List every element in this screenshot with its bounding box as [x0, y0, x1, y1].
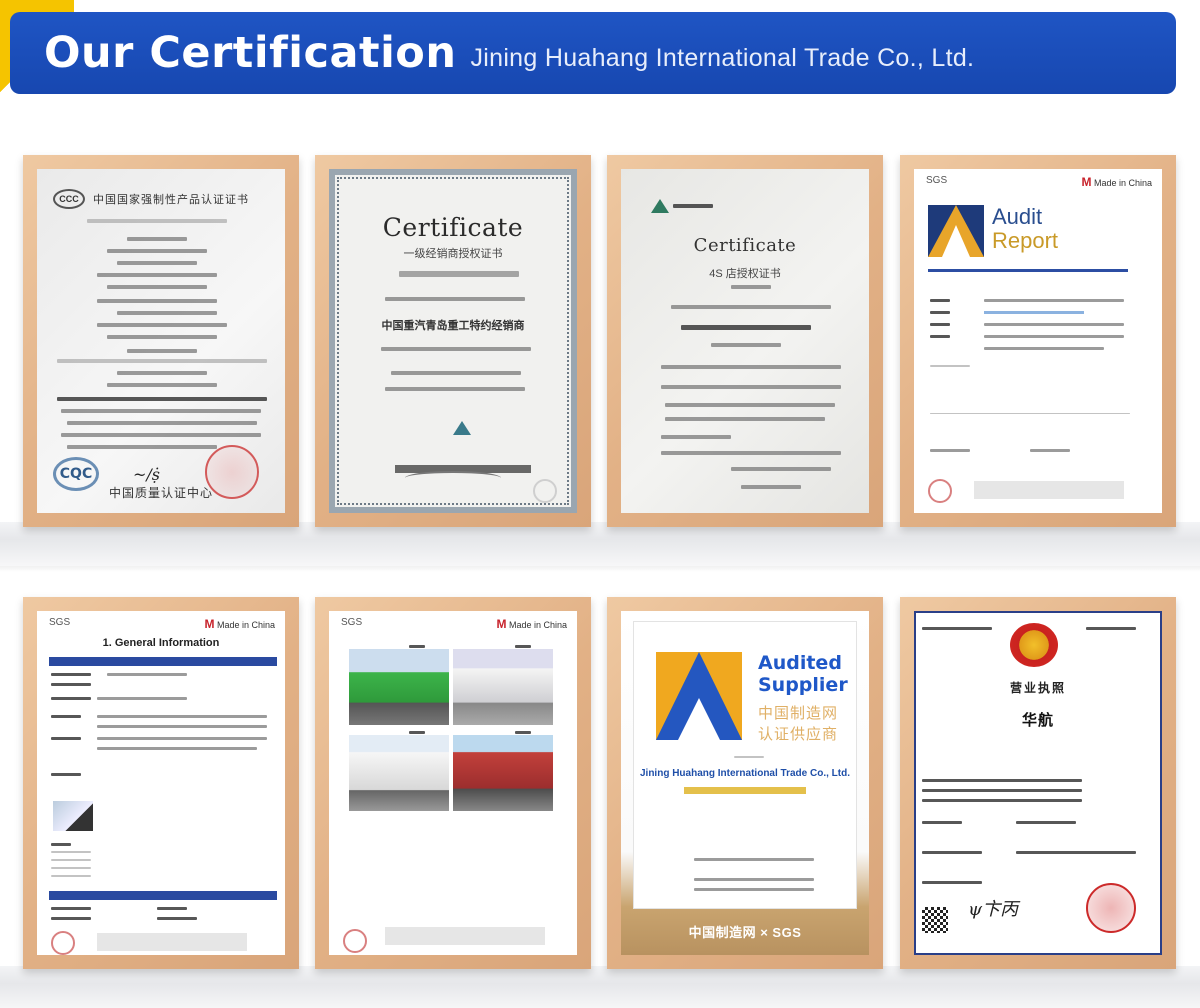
red-seal-icon — [205, 445, 259, 499]
green-truck-photo — [349, 649, 449, 725]
flourish-ornament — [405, 471, 501, 485]
seal-icon — [51, 931, 75, 955]
hologram-icon — [533, 479, 557, 503]
sinotruk-logo-icon — [453, 421, 471, 435]
ccc-heading: 中国国家强制性产品认证证书 — [93, 194, 249, 206]
audit-word: Audit — [992, 204, 1043, 229]
audit-report-heading: Audit Report — [992, 205, 1058, 253]
sinotruk-logo-icon — [651, 199, 669, 213]
ccc-footer: 中国质量认证中心 — [109, 486, 214, 500]
dealer-title: Certificate — [382, 213, 524, 242]
report-word: Report — [992, 228, 1059, 253]
company-subtitle: Jining Huahang International Trade Co., … — [470, 43, 975, 72]
audited-supplier-heading: Audited Supplier — [758, 652, 848, 696]
license-title: 营业执照 — [1009, 681, 1066, 695]
certificate-frame-general-info[interactable]: SGS M Made in China 1. General Informati… — [23, 597, 299, 969]
dealer-subtitle: 一级经销商授权证书 — [403, 248, 503, 260]
shelf-bottom — [0, 966, 1200, 1008]
page-title: Our Certification — [44, 28, 457, 78]
truck-photos-report: SGS M Made in China — [329, 611, 577, 955]
general-information-report: SGS M Made in China 1. General Informati… — [37, 611, 285, 955]
red-truck-photo — [453, 735, 553, 811]
general-info-title: 1. General Information — [102, 637, 220, 649]
supplier-highlight-bar — [684, 787, 806, 794]
red-seal-icon — [1086, 883, 1136, 933]
supplier-cn-label: 中国制造网 认证供应商 — [758, 705, 839, 743]
license-company-name: 华航 — [1021, 712, 1054, 729]
four-s-certificate: Certificate 4S 店授权证书 — [621, 169, 869, 513]
audited-supplier-logo-icon — [656, 652, 742, 740]
photo-thumbnail — [53, 801, 93, 831]
dealer-certificate: Certificate 一级经销商授权证书 中国重汽青岛重工特约经销商 — [329, 169, 577, 513]
sgs-logo: SGS — [49, 617, 71, 628]
made-in-china-logo: M Made in China — [204, 617, 275, 631]
white-trucks-photo — [453, 649, 553, 725]
signature: ψ卞丙 — [968, 899, 1019, 920]
certificate-frame-truck-photos[interactable]: SGS M Made in China — [315, 597, 591, 969]
dealer-middle: 中国重汽青岛重工特约经销商 — [381, 320, 525, 332]
national-emblem-icon — [1010, 623, 1058, 667]
mixer-truck-photo — [349, 735, 449, 811]
ccc-logo-icon: CCC — [53, 189, 85, 209]
certificate-frame-4s[interactable]: Certificate 4S 店授权证书 — [607, 155, 883, 527]
certificate-frame-audit-report[interactable]: SGS M Made in China Audit Report — [900, 155, 1176, 527]
shelf-top — [0, 522, 1200, 572]
made-in-china-logo: M Made in China — [496, 617, 567, 631]
header-banner: Our Certification Jining Huahang Interna… — [10, 12, 1176, 94]
seal-icon — [343, 929, 367, 953]
sgs-logo: SGS — [926, 175, 948, 186]
signature: ~/ṩ — [133, 465, 161, 484]
cqc-badge: CQC — [53, 457, 99, 491]
qr-code-icon — [922, 907, 948, 933]
certificate-frame-dealer[interactable]: Certificate 一级经销商授权证书 中国重汽青岛重工特约经销商 — [315, 155, 591, 527]
audited-word: Audited — [758, 652, 842, 674]
certificate-frame-ccc[interactable]: CCC 中国国家强制性产品认证证书 CQC ~/ṩ 中国质量认证中心 — [23, 155, 299, 527]
ccc-certificate: CCC 中国国家强制性产品认证证书 CQC ~/ṩ 中国质量认证中心 — [37, 169, 285, 513]
sgs-logo: SGS — [341, 617, 363, 628]
four-s-title: Certificate — [693, 235, 797, 256]
supplier-word: Supplier — [758, 674, 848, 696]
audited-supplier-certificate: Audited Supplier 中国制造网 认证供应商 Jining Huah… — [621, 611, 869, 955]
supplier-company-name: Jining Huahang International Trade Co., … — [639, 768, 850, 779]
certificate-frame-audited-supplier[interactable]: Audited Supplier 中国制造网 认证供应商 Jining Huah… — [607, 597, 883, 969]
audit-report: SGS M Made in China Audit Report — [914, 169, 1162, 513]
supplier-panel: Audited Supplier 中国制造网 认证供应商 Jining Huah… — [633, 621, 857, 909]
supplier-footer-logos: 中国制造网 × SGS — [688, 925, 802, 940]
seal-icon — [928, 479, 952, 503]
business-license: 营业执照 华航 ψ卞丙 — [914, 611, 1162, 955]
made-in-china-logo: M Made in China — [1081, 175, 1152, 189]
four-s-subtitle: 4S 店授权证书 — [709, 268, 781, 280]
audit-logo-icon — [928, 205, 984, 257]
certificate-frame-business-license[interactable]: 营业执照 华航 ψ卞丙 — [900, 597, 1176, 969]
